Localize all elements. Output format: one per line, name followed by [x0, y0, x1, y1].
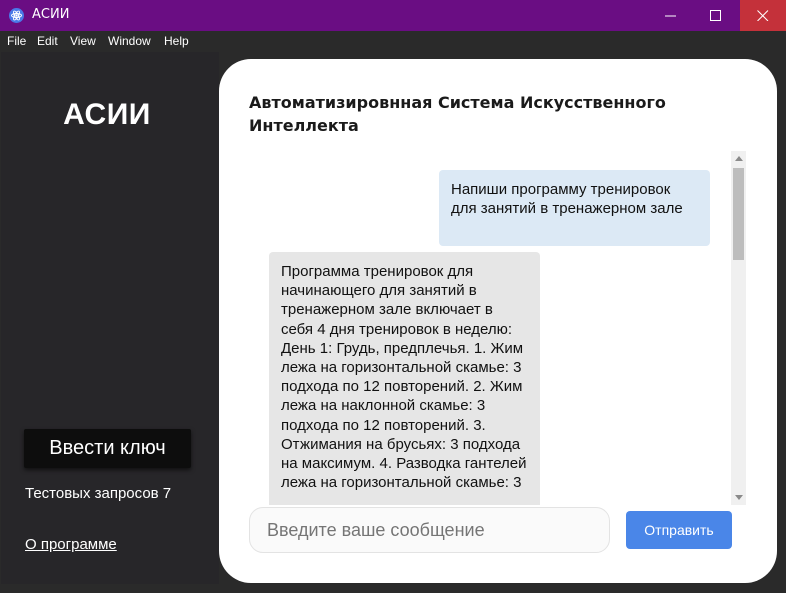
- chat-title: Автоматизировнная Система Искусственного…: [249, 93, 666, 135]
- about-link[interactable]: О программе: [25, 536, 117, 553]
- minimize-button[interactable]: [648, 0, 694, 31]
- send-button[interactable]: Отправить: [626, 511, 732, 549]
- maximize-icon: [710, 10, 721, 21]
- scroll-down-arrow-icon[interactable]: [735, 495, 743, 500]
- user-message: Напиши программу тренировок для занятий …: [439, 170, 710, 246]
- chat-history[interactable]: Напиши программу тренировок для занятий …: [249, 151, 746, 505]
- app-logo: АСИИ: [63, 98, 151, 131]
- sidebar: АСИИ Ввести ключ Тестовых запросов 7 О п…: [1, 52, 219, 584]
- minimize-icon: [665, 15, 676, 17]
- menu-view[interactable]: View: [70, 34, 96, 48]
- close-icon: [757, 10, 769, 21]
- menu-file[interactable]: File: [7, 34, 26, 48]
- menu-bar: File Edit View Window Help: [0, 31, 786, 52]
- test-requests-counter: Тестовых запросов 7: [25, 485, 172, 502]
- maximize-button[interactable]: [693, 0, 739, 31]
- message-input[interactable]: [249, 507, 610, 553]
- menu-window[interactable]: Window: [108, 34, 151, 48]
- assistant-message: Программа тренировок для начинающего для…: [269, 252, 540, 505]
- enter-key-button[interactable]: Ввести ключ: [24, 429, 191, 468]
- menu-edit[interactable]: Edit: [37, 34, 58, 48]
- chat-scrollbar[interactable]: [731, 151, 746, 505]
- scroll-up-arrow-icon[interactable]: [735, 156, 743, 161]
- electron-atom-icon: [9, 8, 24, 23]
- close-button[interactable]: [740, 0, 786, 31]
- menu-help[interactable]: Help: [164, 34, 189, 48]
- window-titlebar: АСИИ: [0, 0, 786, 31]
- scroll-thumb[interactable]: [733, 168, 744, 260]
- chat-panel: Автоматизировнная Система Искусственного…: [219, 59, 777, 583]
- window-title: АСИИ: [32, 7, 70, 22]
